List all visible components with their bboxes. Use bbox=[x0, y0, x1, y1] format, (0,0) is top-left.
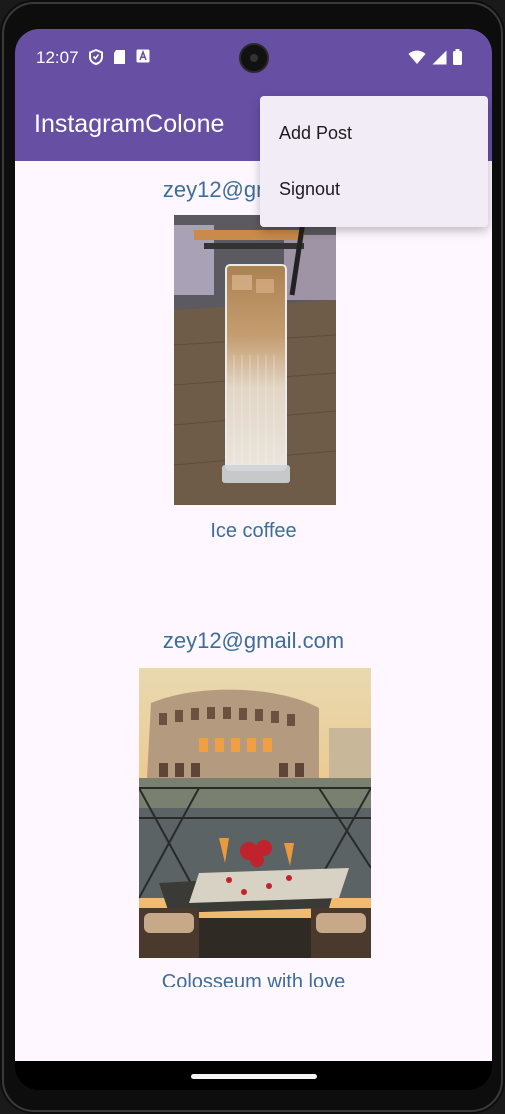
post-image-iced-coffee[interactable] bbox=[174, 215, 336, 505]
app-title: InstagramColone bbox=[34, 110, 225, 138]
front-camera bbox=[239, 43, 269, 73]
post-email: zey12@gmail.com bbox=[162, 628, 345, 653]
status-bar: 12:07 bbox=[15, 29, 492, 87]
signal-icon bbox=[432, 50, 447, 70]
sd-card-icon bbox=[113, 49, 126, 70]
overflow-menu: Add Post Signout bbox=[260, 96, 488, 227]
menu-item-signout[interactable]: Signout bbox=[260, 161, 488, 217]
a-icon bbox=[136, 49, 150, 70]
wifi-icon bbox=[408, 50, 426, 70]
menu-item-add-post[interactable]: Add Post bbox=[260, 105, 488, 161]
feed-clip-area bbox=[15, 987, 492, 1061]
battery-icon bbox=[453, 49, 462, 70]
post-feed[interactable]: zey12@gmail.com Ice coffee zey12@gmail.c… bbox=[15, 161, 492, 1061]
shield-icon bbox=[89, 48, 103, 70]
status-time: 12:07 bbox=[36, 48, 79, 67]
device-screen: 12:07 InstagramColone zey12@gmail.com Ic… bbox=[15, 29, 492, 1090]
navigation-bar bbox=[15, 1061, 492, 1090]
status-icons-left bbox=[89, 48, 150, 70]
post-caption: Ice coffee bbox=[210, 520, 297, 542]
status-icons-right bbox=[408, 49, 462, 70]
post-image-colosseum[interactable] bbox=[139, 668, 371, 958]
home-gesture-handle[interactable] bbox=[191, 1074, 317, 1079]
